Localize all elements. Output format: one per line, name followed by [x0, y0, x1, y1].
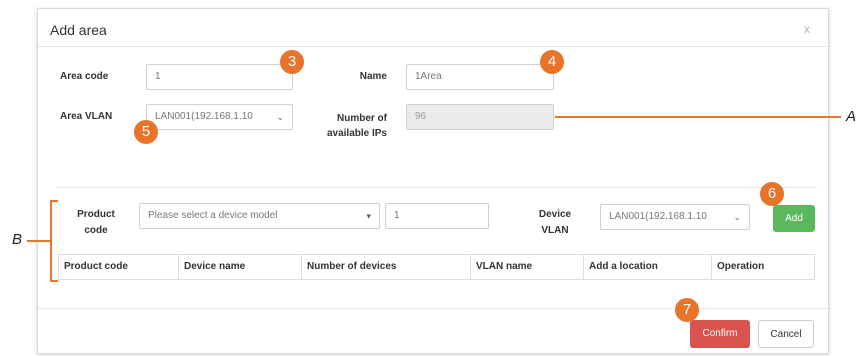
callout-badge-3: 3 [280, 50, 304, 74]
device-table: Product code Device name Number of devic… [58, 254, 815, 280]
dialog-title: Add area [50, 22, 107, 38]
available-ips-label: Number of available IPs [326, 113, 387, 139]
callout-a-letter: A [846, 108, 857, 125]
column-header-number-of-devices: Number of devices [302, 255, 471, 279]
name-input[interactable]: 1Area [406, 64, 554, 90]
chevron-down-icon: ⌄ [276, 112, 284, 122]
column-header-product-code: Product code [59, 255, 179, 279]
callout-badge-5: 5 [134, 120, 158, 144]
device-vlan-label: Device VLAN [538, 209, 572, 236]
available-ips-field: 96 [406, 104, 554, 130]
callout-badge-7: 7 [675, 298, 699, 322]
product-code-label: Product code [77, 209, 115, 236]
name-label: Name [359, 71, 387, 82]
callout-badge-6: 6 [760, 182, 784, 206]
area-code-label: Area code [60, 71, 109, 82]
column-header-add-location: Add a location [584, 255, 712, 279]
close-icon[interactable]: x [804, 22, 810, 36]
header-divider [38, 46, 828, 47]
device-vlan-value: LAN001(192.168.1.10 [609, 211, 707, 222]
callout-a-line [555, 116, 841, 118]
confirm-button[interactable]: Confirm [690, 320, 750, 348]
cancel-button[interactable]: Cancel [758, 320, 814, 348]
chevron-down-icon: ▾ [366, 211, 371, 221]
callout-b-line [27, 240, 51, 242]
add-button[interactable]: Add [773, 205, 815, 232]
area-vlan-label: Area VLAN [60, 111, 113, 122]
product-model-placeholder: Please select a device model [148, 210, 278, 221]
section-divider [57, 187, 817, 188]
column-header-operation: Operation [717, 261, 765, 272]
callout-b-bracket [50, 200, 58, 282]
product-model-select[interactable]: Please select a device model ▾ [139, 203, 380, 229]
callout-badge-4: 4 [540, 50, 564, 74]
footer-divider [38, 308, 828, 309]
column-header-vlan-name: VLAN name [471, 255, 584, 279]
area-vlan-select[interactable]: LAN001(192.168.1.10 ⌄ [146, 104, 293, 130]
add-area-dialog [37, 8, 829, 354]
area-code-input[interactable]: 1 [146, 64, 293, 90]
device-vlan-select[interactable]: LAN001(192.168.1.10 ⌄ [600, 204, 750, 230]
callout-b-letter: B [12, 231, 23, 248]
column-header-device-name: Device name [179, 255, 302, 279]
area-vlan-value: LAN001(192.168.1.10 [155, 111, 253, 122]
chevron-down-icon: ⌄ [733, 212, 741, 222]
quantity-input[interactable]: 1 [385, 203, 489, 229]
